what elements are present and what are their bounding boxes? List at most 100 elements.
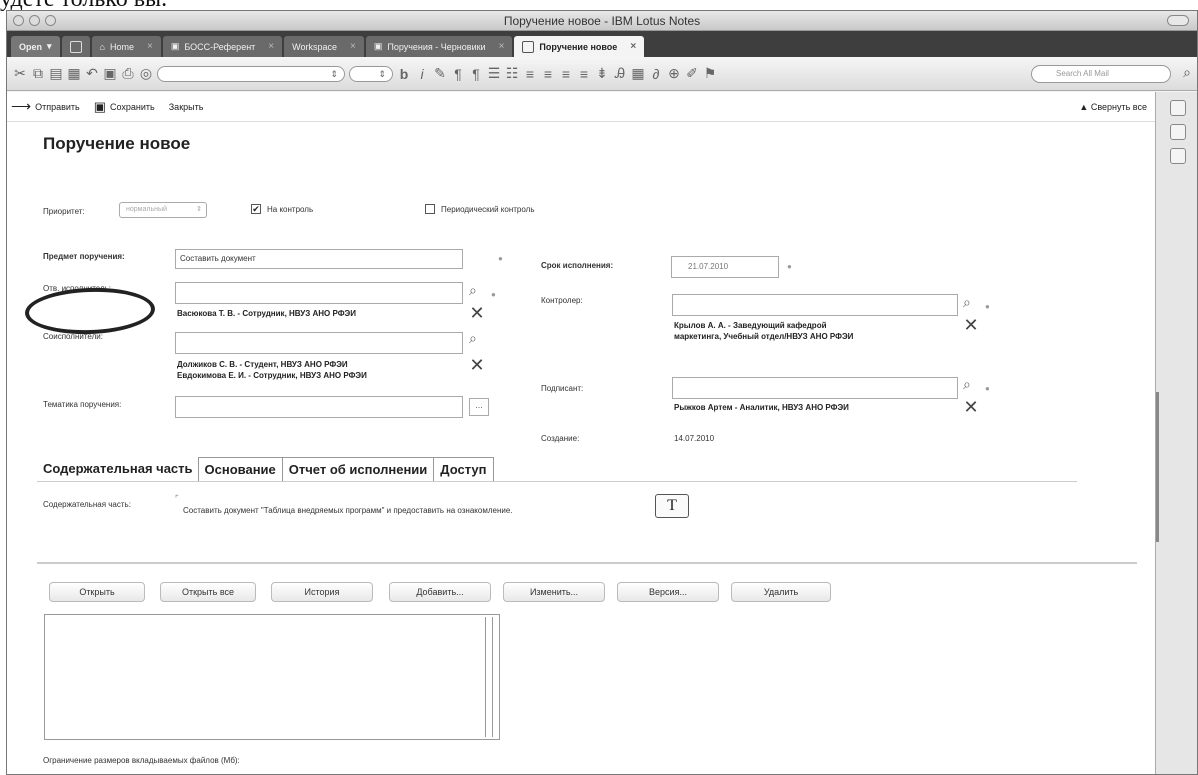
search-icon[interactable]: ⌕ [963, 294, 971, 311]
deadline-field[interactable]: 21.07.2010 [671, 256, 779, 278]
collapse-all-button[interactable]: ▲ Свернуть все [1079, 102, 1147, 112]
priority-select[interactable]: нормальный ⇕ [119, 202, 207, 218]
responsible-field[interactable] [175, 282, 463, 304]
delete-button[interactable]: Удалить [731, 582, 831, 602]
subject-field[interactable]: Составить документ [175, 249, 463, 269]
required-dot: ● [491, 290, 496, 299]
tab-home[interactable]: ⌂ Home × [91, 36, 161, 57]
content-label: Содержательная часть: [43, 500, 131, 509]
content-text[interactable]: Составить документ "Таблица внедряемых п… [183, 506, 513, 515]
search-icon[interactable]: ⌕ [469, 330, 477, 347]
highlight-circle [24, 285, 156, 337]
search-icon[interactable]: ⌕ [469, 282, 477, 299]
close-icon[interactable]: × [630, 41, 636, 52]
size-combo[interactable]: ⇕ [349, 65, 393, 82]
text-format-button[interactable]: T [655, 494, 689, 518]
tab-window-icon[interactable] [61, 36, 90, 57]
topic-picker-button[interactable]: … [469, 398, 489, 416]
controller-field[interactable] [672, 294, 958, 316]
topic-field[interactable] [175, 396, 463, 418]
tab-boss-referent[interactable]: ▣ БОСС-Референт × [162, 36, 283, 57]
signer-label: Подписант: [541, 384, 584, 393]
tab-new-order[interactable]: Поручение новое × [514, 36, 645, 57]
search-input[interactable]: Search All Mail [1031, 65, 1171, 83]
tab-drafts[interactable]: ▣ Поручения - Черновики × [365, 36, 513, 57]
italic-icon[interactable]: i [415, 66, 429, 82]
topic-label: Тематика поручения: [43, 400, 122, 409]
delete-icon[interactable]: ✕ [467, 356, 487, 374]
version-button[interactable]: Версия... [617, 582, 719, 602]
scrollbar[interactable] [485, 617, 493, 737]
style-icon[interactable]: Ꭿ [613, 65, 627, 82]
add-button[interactable]: Добавить... [389, 582, 491, 602]
history-button[interactable]: История [271, 582, 373, 602]
justify-icon[interactable]: ≡ [577, 66, 591, 82]
periodic-control-checkbox[interactable] [425, 204, 435, 214]
tab-content[interactable]: Содержательная часть [37, 457, 199, 481]
paragraph-left-icon[interactable]: ¶ [451, 66, 465, 82]
tab-access[interactable]: Доступ [433, 457, 494, 481]
print-icon[interactable]: ⎙ [121, 65, 135, 82]
formatting-toolbar: ✂ ⧉ ▤ ▦ ↶ ▣ ⎙ ◎ ⇕ ⇕ b i ✎ ¶ ¶ ☰ ☷ ≡ ≡ ≡ … [7, 57, 1197, 91]
tab-basis[interactable]: Основание [197, 457, 283, 481]
sidebar-splitter[interactable] [1156, 392, 1159, 542]
paste-icon[interactable]: ▤ [49, 65, 63, 82]
save-button[interactable]: ▣ Сохранить [94, 99, 155, 115]
periodic-control-label: Периодический контроль [441, 205, 535, 214]
bullet-list-icon[interactable]: ☰ [487, 65, 501, 82]
align-center-icon[interactable]: ≡ [541, 66, 555, 82]
close-icon[interactable]: × [268, 41, 274, 52]
sametime-icon[interactable] [1169, 100, 1186, 116]
font-combo[interactable]: ⇕ [157, 65, 345, 82]
close-window-button[interactable] [13, 15, 24, 26]
pen-icon[interactable]: ✎ [433, 65, 447, 82]
link-icon[interactable]: ∂ [649, 66, 663, 82]
align-left-icon[interactable]: ≡ [523, 66, 537, 82]
bold-icon[interactable]: b [397, 66, 411, 82]
close-icon[interactable]: × [350, 41, 356, 52]
flag-icon[interactable]: ⚑ [703, 65, 717, 82]
undo-icon[interactable]: ↶ [85, 65, 99, 82]
tab-open[interactable]: Open ▾ [11, 36, 60, 57]
align-right-icon[interactable]: ≡ [559, 66, 573, 82]
edit-button[interactable]: Изменить... [503, 582, 605, 602]
notes-icon[interactable] [1169, 148, 1186, 164]
priority-label: Приоритет: [43, 207, 85, 216]
numbered-list-icon[interactable]: ☷ [505, 65, 519, 82]
search-icon[interactable]: ⌕ [1183, 64, 1191, 81]
controller-value: маркетинга, Учебный отдел/НВУЗ АНО РФЭИ [674, 332, 854, 341]
coexecutors-field[interactable] [175, 332, 463, 354]
attachments-list[interactable] [44, 614, 500, 740]
calendar-icon[interactable] [1169, 124, 1186, 140]
close-icon[interactable]: × [499, 41, 505, 52]
delete-icon[interactable]: ✕ [961, 398, 981, 416]
paragraph-right-icon[interactable]: ¶ [469, 66, 483, 82]
open-button[interactable]: Открыть [49, 582, 145, 602]
close-icon[interactable]: × [147, 41, 153, 52]
delete-icon[interactable]: ✕ [961, 316, 981, 334]
tab-execution-report[interactable]: Отчет об исполнении [281, 457, 435, 481]
save-icon[interactable]: ▣ [103, 65, 117, 82]
send-button[interactable]: ⟶ Отправить [11, 98, 80, 115]
close-button[interactable]: Закрыть [169, 102, 204, 112]
delete-icon[interactable]: ✕ [467, 304, 487, 322]
search-icon[interactable]: ⌕ [963, 376, 971, 393]
title-bar: Поручение новое - IBM Lotus Notes [7, 11, 1197, 31]
tab-workspace[interactable]: Workspace × [284, 36, 364, 57]
cut-icon[interactable]: ✂ [13, 65, 27, 82]
table-icon[interactable]: ▦ [631, 65, 645, 82]
copy-icon[interactable]: ⧉ [31, 65, 45, 82]
toolbar-toggle-button[interactable] [1167, 15, 1189, 26]
controller-value: Крылов А. А. - Заведующий кафедрой [674, 321, 827, 330]
spacing-icon[interactable]: ⇟ [595, 65, 609, 82]
refresh-icon[interactable]: ◎ [139, 65, 153, 82]
open-all-button[interactable]: Открыть все [160, 582, 256, 602]
minimize-window-button[interactable] [29, 15, 40, 26]
document-icon [522, 40, 535, 53]
zoom-window-button[interactable] [45, 15, 56, 26]
on-control-checkbox[interactable]: ✔ [251, 204, 261, 214]
highlight-icon[interactable]: ✐ [685, 65, 699, 82]
paste-special-icon[interactable]: ▦ [67, 65, 81, 82]
attach-icon[interactable]: ⊕ [667, 65, 681, 82]
signer-field[interactable] [672, 377, 958, 399]
